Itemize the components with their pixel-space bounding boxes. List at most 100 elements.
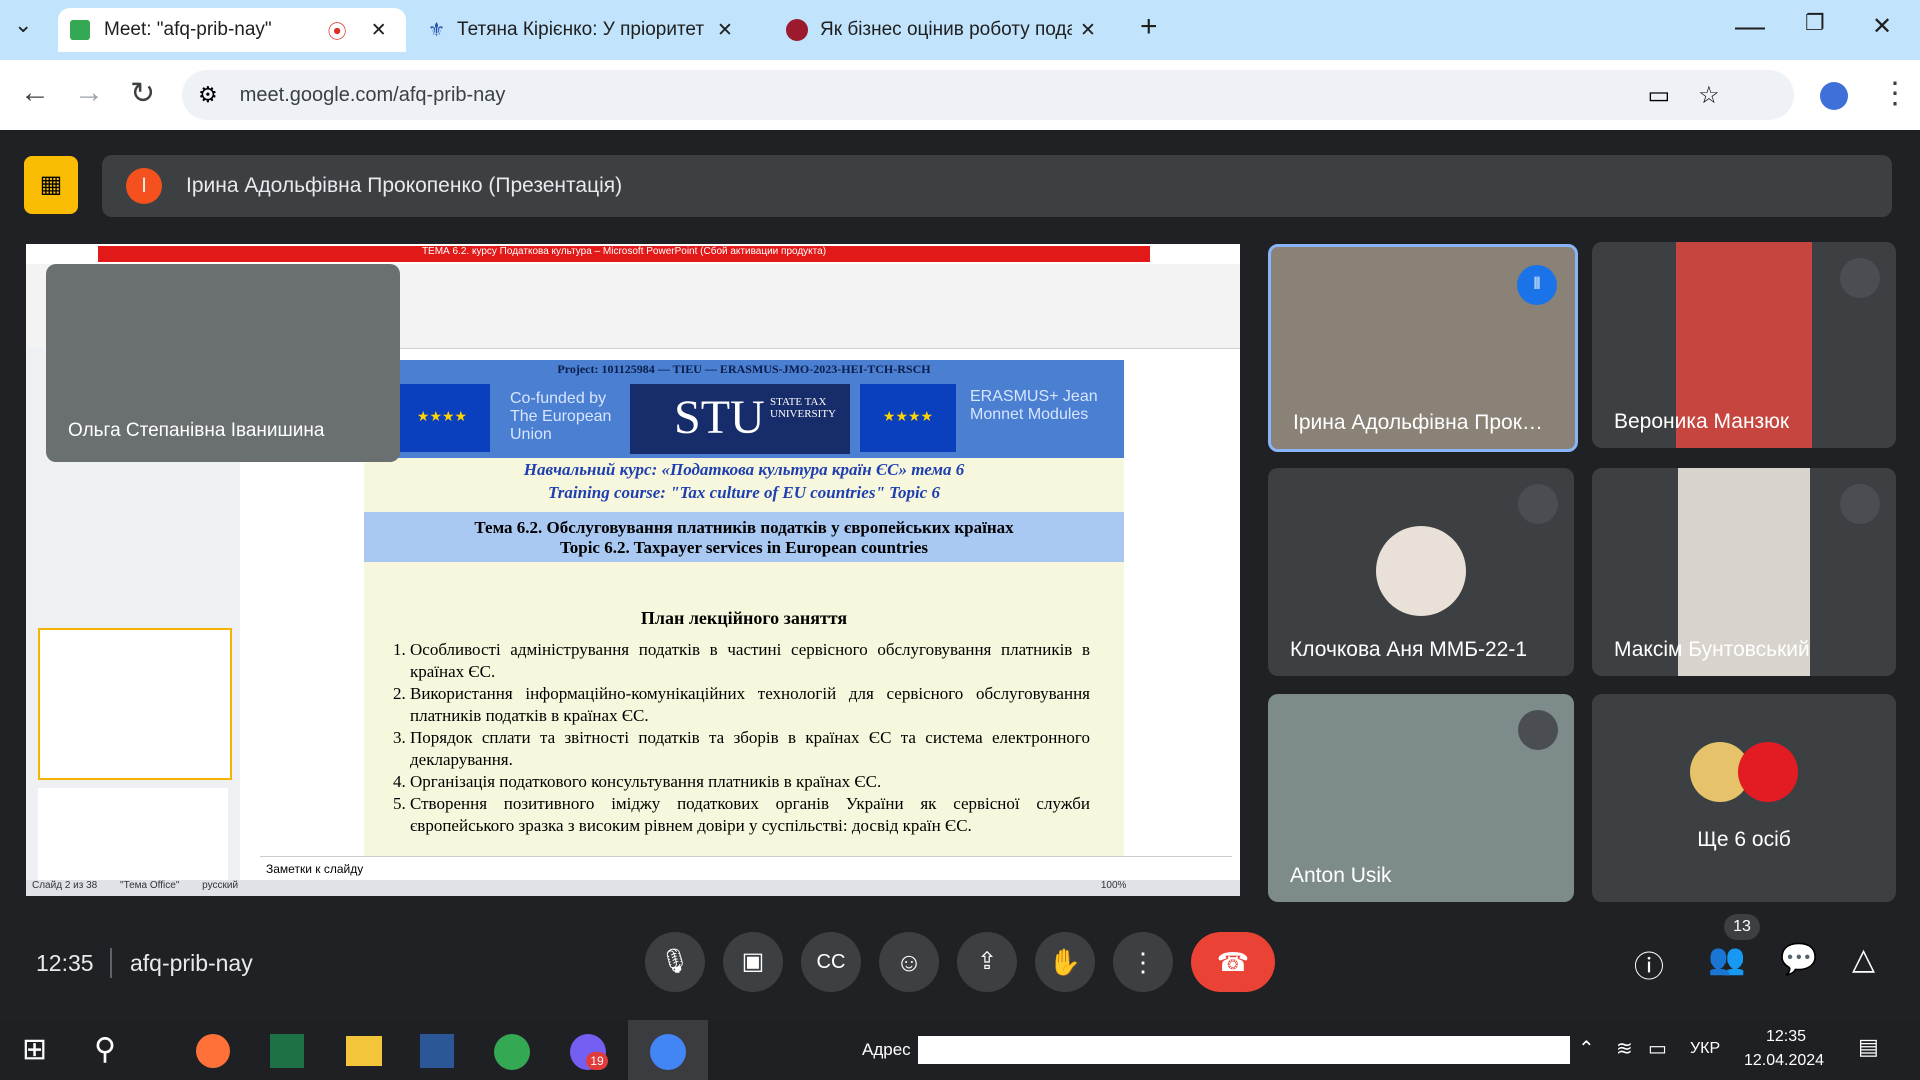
participant-avatar — [1376, 526, 1466, 616]
thumbnail-3[interactable] — [38, 788, 228, 888]
address-bar[interactable]: ⚙ meet.google.com/afq-prib-nay ▭ ☆ — [182, 70, 1794, 120]
address-input[interactable] — [918, 1036, 1570, 1064]
participant-tile[interactable]: Максім Бунтовський — [1592, 468, 1896, 676]
chevron-up-icon[interactable]: ⌃ — [1578, 1036, 1595, 1061]
mic-off-icon — [1840, 258, 1880, 298]
search-icon[interactable]: ⚲ — [94, 1032, 116, 1067]
notes-pane[interactable]: Заметки к слайду — [260, 856, 1232, 881]
language-indicator[interactable]: УКР — [1690, 1040, 1720, 1058]
raise-hand-button[interactable]: ✋ — [1035, 932, 1095, 992]
plan-item: Використання інформаційно-комунікаційних… — [410, 683, 1090, 727]
chrome-icon — [650, 1034, 686, 1070]
captions-button[interactable]: CC — [801, 932, 861, 992]
participant-name: Максім Бунтовський — [1614, 638, 1810, 661]
participant-avatar — [1738, 742, 1798, 802]
tab-search-icon[interactable]: ⌄ — [14, 12, 32, 38]
viber-badge: 19 — [586, 1052, 608, 1070]
url-text[interactable]: meet.google.com/afq-prib-nay — [240, 84, 506, 107]
course-en: Training course: "Tax culture of EU coun… — [548, 483, 940, 502]
plan-title: План лекційного заняття — [640, 608, 848, 628]
clock-date[interactable]: 12.04.2024 — [1744, 1052, 1824, 1070]
slide: Project: 101125984 — TIEU — ERASMUS-JMO-… — [364, 360, 1124, 880]
explorer-icon[interactable] — [346, 1036, 382, 1066]
restore-icon[interactable]: ❐ — [1805, 10, 1825, 36]
mic-off-icon — [1840, 484, 1880, 524]
meeting-time: 12:35 — [36, 950, 94, 976]
shared-presentation: ТЕМА 6.2. курсу Податкова культура – Mic… — [26, 244, 1240, 896]
zoom-level[interactable]: 100% — [1101, 880, 1127, 891]
site-info-icon[interactable]: ⚙ — [198, 82, 218, 108]
wifi-icon: ≋ — [1616, 1038, 1633, 1060]
header-band: Project: 101125984 — TIEU — ERASMUS-JMO-… — [364, 360, 1124, 458]
firefox-icon[interactable] — [196, 1034, 230, 1068]
minimize-icon[interactable]: — — [1735, 10, 1765, 44]
chrome-active-icon[interactable] — [628, 1020, 708, 1080]
tab-label: Meet: "afq-prib-nay" — [104, 19, 272, 40]
word-icon[interactable] — [420, 1034, 454, 1068]
project-line: Project: 101125984 — TIEU — ERASMUS-JMO-… — [557, 362, 931, 376]
thumbnail-2[interactable] — [38, 628, 232, 780]
windows-start-icon[interactable]: ⊞ — [22, 1032, 47, 1067]
clock-time[interactable]: 12:35 — [1766, 1028, 1806, 1046]
participant-name: Ірина Адольфівна Прок… — [1293, 411, 1543, 434]
chat-icon[interactable]: 💬 — [1780, 942, 1817, 977]
ppt-statusbar: Слайд 2 из 38 "Тема Office" русский 100% — [26, 880, 1240, 896]
people-icon[interactable]: 👥 — [1708, 942, 1745, 977]
participant-name: Клочкова Аня ММБ-22-1 — [1290, 638, 1528, 661]
camera-button[interactable]: ▣ — [723, 932, 783, 992]
more-participants-tile[interactable]: Ще 6 осіб — [1592, 694, 1896, 902]
presenter-avatar: I — [126, 168, 162, 204]
chrome-icon[interactable] — [494, 1034, 530, 1070]
slide-count: Слайд 2 из 38 — [32, 880, 98, 891]
new-tab-icon[interactable]: + — [1140, 10, 1158, 44]
divider — [110, 948, 112, 978]
present-button[interactable]: ⇪ — [957, 932, 1017, 992]
emoji-button[interactable]: ☺ — [879, 932, 939, 992]
participant-name: Вероника Манзюк — [1614, 410, 1790, 433]
profile-avatar[interactable] — [1820, 82, 1848, 110]
excel-icon[interactable] — [270, 1034, 304, 1068]
info-icon[interactable]: ⓘ — [1634, 942, 1664, 986]
tab-label: Як бізнес оцінив роботу подат — [820, 19, 1072, 40]
close-icon[interactable]: ✕ — [1080, 19, 1096, 42]
more-options-button[interactable]: ⋮ — [1113, 932, 1173, 992]
plan-item: Створення позитивного іміджу податкових … — [410, 793, 1090, 837]
stu-logo: STU STATE TAX UNIVERSITY — [630, 384, 850, 454]
more-count: Ще 6 осіб — [1697, 828, 1791, 851]
eu-flag-2: ★★★★ — [860, 384, 956, 452]
back-icon[interactable]: ← — [20, 76, 50, 110]
language: русский — [202, 880, 239, 891]
close-icon[interactable]: ✕ — [717, 19, 733, 42]
browser-toolbar: ← → ↻ ⚙ meet.google.com/afq-prib-nay ▭ ☆… — [0, 60, 1920, 130]
bookmark-star-icon[interactable]: ☆ — [1698, 81, 1720, 110]
tab-article-2[interactable]: Як бізнес оцінив роботу подат ✕ — [786, 8, 1116, 52]
topic-ua: Тема 6.2. Обслуговування платників подат… — [474, 518, 1014, 537]
participant-tile[interactable]: Клочкова Аня ММБ-22-1 — [1268, 468, 1574, 676]
participant-tile[interactable]: Anton Usik — [1268, 694, 1574, 902]
activities-icon[interactable]: △ — [1852, 942, 1875, 977]
presentation-toggle-button[interactable]: ▦ — [24, 156, 78, 214]
eu-flag: ★★★★ — [394, 384, 490, 452]
menu-icon[interactable]: ⋮ — [1880, 76, 1910, 111]
forward-icon[interactable]: → — [74, 76, 104, 110]
participant-tile[interactable]: ⦀ Ірина Адольфівна Прок… — [1268, 244, 1578, 452]
close-window-icon[interactable]: ✕ — [1872, 12, 1892, 41]
camera-icon[interactable]: ▭ — [1647, 81, 1670, 110]
erasmus-text: ERASMUS+ Jean Monnet Modules — [970, 388, 1098, 423]
notifications-icon[interactable]: ▤ — [1858, 1034, 1879, 1060]
tab-label: Тетяна Кірієнко: У пріоритеті – — [457, 19, 706, 40]
browser-tab-bar: ⌄ Meet: "afq-prib-nay" ⦿ ✕ ⚜ Тетяна Кірі… — [0, 0, 1920, 60]
plan-item: Організація податкового консультування п… — [410, 771, 1090, 793]
close-icon[interactable]: ✕ — [371, 19, 387, 42]
mic-button[interactable]: 🎙 — [645, 932, 705, 992]
meeting-code: afq-prib-nay — [130, 950, 253, 976]
participant-tile[interactable]: Вероника Манзюк — [1592, 242, 1896, 448]
leave-call-button[interactable]: ☎ — [1191, 932, 1275, 992]
plan-list: Особливості адміністрування податків в ч… — [370, 639, 1090, 837]
tab-article-1[interactable]: ⚜ Тетяна Кірієнко: У пріоритеті – ✕ — [428, 8, 758, 52]
site-favicon — [786, 19, 808, 41]
battery-icon: ▭ — [1648, 1038, 1667, 1060]
stu-letters: STU — [674, 391, 765, 444]
reload-icon[interactable]: ↻ — [130, 76, 155, 111]
tab-meet[interactable]: Meet: "afq-prib-nay" ⦿ ✕ — [58, 8, 406, 52]
